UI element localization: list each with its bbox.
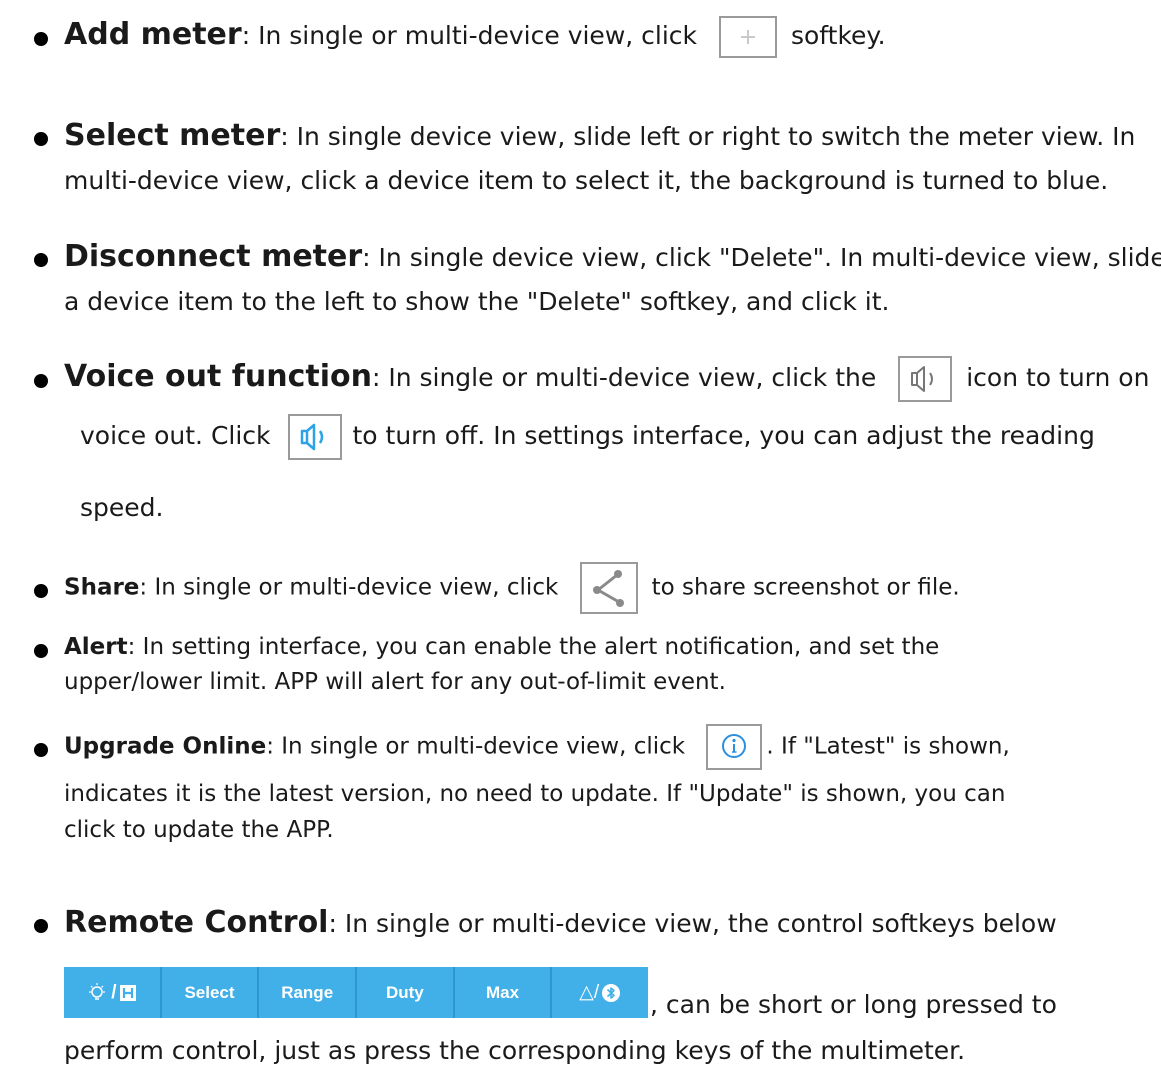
item-text: . If "Latest" is shown, (766, 733, 1010, 760)
bullet (34, 584, 48, 598)
list-item-line: Upgrade Online: In single or multi-devic… (64, 724, 1010, 770)
softkey-bar: / Select Range Duty Max △/ (64, 967, 648, 1018)
list-item-line: Remote Control: In single or multi-devic… (64, 905, 1057, 940)
bullet (34, 132, 48, 146)
bullet (34, 253, 48, 267)
plus-icon[interactable] (718, 16, 777, 58)
bullet (34, 743, 48, 757)
list-item-line: Add meter: In single or multi-device vie… (64, 16, 886, 58)
softkey-label: △/ (579, 982, 600, 1003)
item-title: Upgrade Online (64, 733, 267, 760)
item-text: : In single device view, click "Delete".… (362, 243, 1161, 272)
item-title: Voice out function (64, 359, 372, 394)
speaker-icon[interactable] (288, 414, 343, 460)
speaker-icon[interactable] (898, 356, 953, 402)
item-title: Add meter (64, 17, 242, 52)
bullet (34, 644, 48, 658)
item-title: Alert (64, 634, 128, 660)
item-text: click to update the APP. (64, 817, 334, 843)
softkey-duty[interactable]: Duty (357, 967, 455, 1018)
bullet (34, 32, 48, 46)
item-text: : In single or multi-device view, the co… (328, 909, 1057, 938)
list-item-line: Select meter: In single device view, sli… (64, 118, 1135, 153)
list-item-line: Voice out function: In single or multi-d… (64, 356, 1149, 402)
softkey-range[interactable]: Range (259, 967, 358, 1018)
softkey-rel-bluetooth[interactable]: △/ (552, 967, 648, 1018)
softkey-separator: / (111, 981, 117, 1003)
item-text: icon to turn on (966, 363, 1150, 392)
item-text: : In single or multi-device view, click … (371, 363, 877, 392)
softkey-max[interactable]: Max (455, 967, 553, 1018)
bulb-icon (89, 982, 106, 1000)
item-text: a device item to the left to show the "D… (64, 287, 890, 316)
softkey-select[interactable]: Select (162, 967, 260, 1018)
item-title: Select meter (64, 118, 281, 153)
bullet (34, 919, 48, 933)
item-text: upper/lower limit. APP will alert for an… (64, 669, 726, 695)
softkey-light-hold[interactable]: / (64, 967, 162, 1018)
item-title: Share (64, 574, 140, 601)
item-text: to share screenshot or file. (651, 574, 960, 601)
item-text: perform control, just as press the corre… (64, 1036, 966, 1065)
item-text: , can be short or long pressed to (650, 990, 1057, 1019)
item-text: softkey. (790, 21, 886, 50)
list-item-line: voice out. Click to turn off. In setting… (80, 414, 1095, 460)
list-item-line: Disconnect meter: In single device view,… (64, 239, 1161, 274)
item-text: : In single or multi-device view, click (139, 574, 559, 601)
list-item-line: Share: In single or multi-device view, c… (64, 562, 960, 614)
item-text: multi-device view, click a device item t… (64, 166, 1109, 195)
share-icon[interactable] (579, 562, 638, 614)
item-text: : In setting interface, you can enable t… (127, 634, 940, 660)
list-item-line: Alert: In setting interface, you can ena… (64, 634, 939, 660)
item-text: : In single or multi-device view, click (266, 733, 686, 760)
hold-icon (120, 984, 137, 1001)
info-icon[interactable] (706, 724, 763, 770)
bullet (34, 374, 48, 388)
bluetooth-icon (602, 983, 621, 1002)
item-text: voice out. Click (80, 421, 271, 450)
item-text: : In single or multi-device view, click (241, 21, 698, 50)
item-text: indicates it is the latest version, no n… (64, 781, 1006, 807)
item-text: to turn off. In settings interface, you … (352, 421, 1095, 450)
item-text: : In single device view, slide left or r… (280, 122, 1136, 151)
item-title: Disconnect meter (64, 239, 363, 274)
item-title: Remote Control (64, 905, 329, 940)
item-text: speed. (80, 493, 164, 522)
